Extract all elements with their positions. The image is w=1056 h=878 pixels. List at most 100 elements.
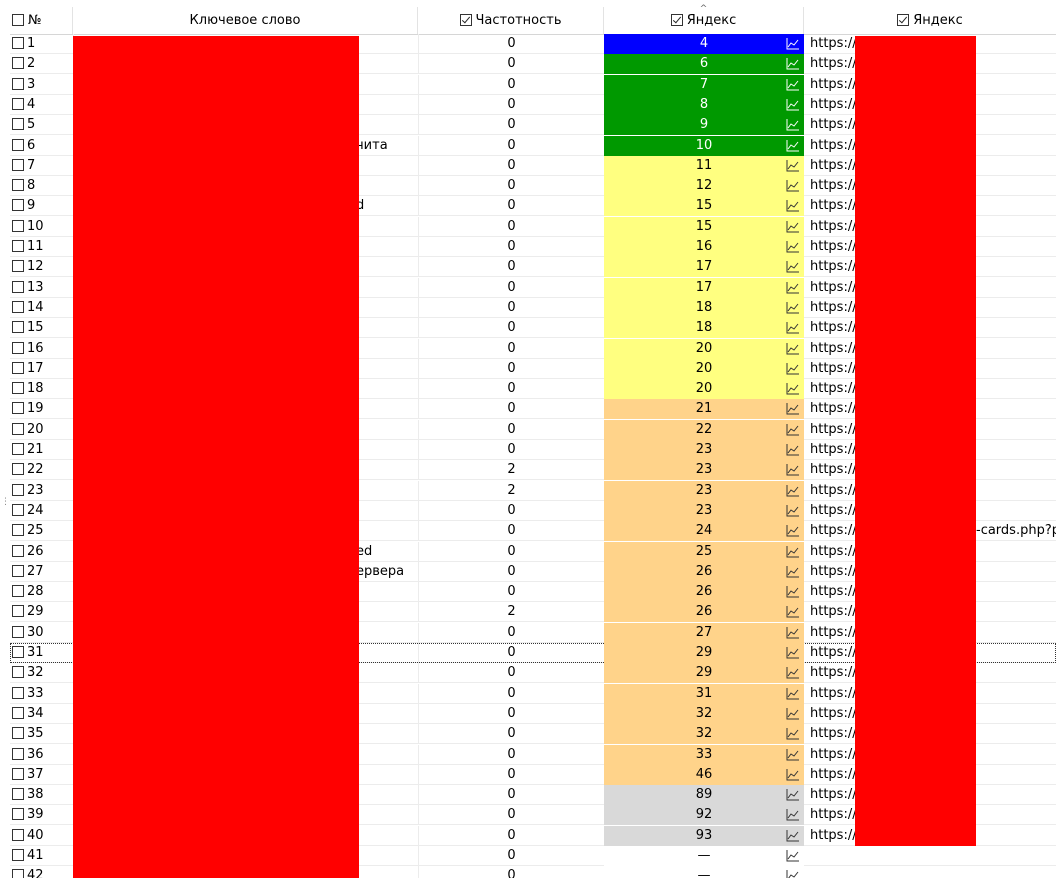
position-history-button[interactable] [784, 602, 804, 622]
yandex-position-cell[interactable]: 17 [604, 257, 804, 278]
row-checkbox[interactable] [12, 585, 24, 598]
position-history-button[interactable] [784, 95, 804, 115]
row-checkbox[interactable] [12, 361, 24, 374]
position-history-button[interactable] [784, 75, 804, 95]
position-history-button[interactable] [784, 826, 804, 846]
row-number-cell[interactable]: 8 [12, 176, 72, 196]
position-history-button[interactable] [784, 34, 804, 54]
row-number-cell[interactable]: 2 [12, 54, 72, 74]
yandex-position-cell[interactable]: 21 [604, 399, 804, 420]
yandex-position-cell[interactable]: 24 [604, 521, 804, 542]
row-checkbox[interactable] [12, 605, 24, 618]
yandex-position-cell[interactable]: 20 [604, 358, 804, 379]
column-header-frequency[interactable]: Частотность [418, 7, 604, 34]
yandex-position-cell[interactable]: 20 [604, 379, 804, 400]
row-checkbox[interactable] [12, 179, 24, 192]
row-checkbox[interactable] [12, 646, 24, 658]
row-number-cell[interactable]: 35 [12, 724, 72, 744]
position-history-button[interactable] [784, 339, 804, 359]
row-checkbox[interactable] [12, 199, 24, 212]
yandex-position-cell[interactable]: — [604, 846, 804, 866]
row-number-cell[interactable]: 26 [12, 542, 72, 562]
row-number-cell[interactable]: 9 [12, 196, 72, 216]
row-number-cell[interactable]: 32 [12, 663, 72, 683]
position-history-button[interactable] [784, 359, 804, 379]
row-checkbox[interactable] [12, 321, 24, 334]
yandex-position-cell[interactable]: — [604, 866, 804, 878]
position-history-button[interactable] [784, 663, 804, 683]
row-checkbox[interactable] [12, 219, 24, 232]
yandex-position-cell[interactable]: 89 [604, 785, 804, 806]
position-history-button[interactable] [784, 176, 804, 196]
yandex-position-cell[interactable]: 22 [604, 419, 804, 440]
row-checkbox[interactable] [12, 727, 24, 740]
position-history-button[interactable] [784, 440, 804, 460]
position-history-button[interactable] [784, 420, 804, 440]
row-number-cell[interactable]: 37 [12, 765, 72, 785]
column-header-yandex-url[interactable]: Яндекс [804, 7, 1056, 34]
position-history-button[interactable] [784, 278, 804, 298]
row-number-cell[interactable]: 18 [12, 379, 72, 399]
position-history-button[interactable] [784, 156, 804, 176]
row-number-cell[interactable]: 10 [12, 217, 72, 237]
yandex-position-cell[interactable]: 8 [604, 94, 804, 115]
row-number-cell[interactable]: 3 [12, 75, 72, 95]
yandex-position-cell[interactable]: 23 [604, 460, 804, 481]
row-checkbox[interactable] [12, 767, 24, 780]
row-number-cell[interactable]: 24 [12, 501, 72, 521]
yandex-position-cell[interactable]: 10 [604, 135, 804, 156]
position-history-button[interactable] [784, 846, 804, 866]
yandex-position-cell[interactable]: 25 [604, 541, 804, 562]
position-history-button[interactable] [784, 582, 804, 602]
results-grid[interactable]: ⋮ № Ключевое слово Частотность ^ Яндекс … [0, 0, 1056, 878]
yandex-position-cell[interactable]: 7 [604, 74, 804, 95]
position-history-button[interactable] [784, 298, 804, 318]
row-number-cell[interactable]: 14 [12, 298, 72, 318]
row-number-cell[interactable]: 13 [12, 278, 72, 298]
row-checkbox[interactable] [12, 524, 24, 537]
row-number-cell[interactable]: 16 [12, 339, 72, 359]
row-checkbox[interactable] [12, 97, 24, 110]
yandex-position-cell[interactable]: 26 [604, 602, 804, 623]
row-checkbox[interactable] [12, 341, 24, 354]
position-history-button[interactable] [784, 684, 804, 704]
row-number-cell[interactable]: 5 [12, 115, 72, 135]
yandex-position-cell[interactable]: 33 [604, 744, 804, 765]
row-checkbox[interactable] [12, 260, 24, 273]
row-checkbox[interactable] [12, 808, 24, 821]
yandex-position-cell[interactable]: 23 [604, 440, 804, 460]
row-checkbox[interactable] [12, 666, 24, 679]
position-history-button[interactable] [784, 724, 804, 744]
yandex-position-cell[interactable]: 12 [604, 176, 804, 197]
yandex-position-cell[interactable]: 27 [604, 622, 804, 643]
yandex-position-column-checkbox[interactable] [670, 14, 683, 26]
row-number-cell[interactable]: 25 [12, 521, 72, 541]
row-number-cell[interactable]: 15 [12, 318, 72, 338]
position-history-button[interactable] [784, 257, 804, 277]
row-number-cell[interactable]: 38 [12, 785, 72, 805]
row-number-cell[interactable]: 11 [12, 237, 72, 257]
yandex-position-cell[interactable]: 6 [604, 54, 804, 75]
row-number-cell[interactable]: 1 [12, 34, 72, 54]
position-history-button[interactable] [784, 379, 804, 399]
yandex-position-cell[interactable]: 9 [604, 115, 804, 136]
row-number-cell[interactable]: 29 [12, 602, 72, 622]
position-history-button[interactable] [784, 745, 804, 765]
position-history-button[interactable] [784, 115, 804, 135]
row-number-cell[interactable]: 31 [12, 643, 72, 663]
row-number-cell[interactable]: 12 [12, 257, 72, 277]
row-number-cell[interactable]: 28 [12, 582, 72, 602]
yandex-position-cell[interactable]: 20 [604, 338, 804, 359]
position-history-button[interactable] [784, 54, 804, 74]
row-checkbox[interactable] [12, 402, 24, 415]
position-history-button[interactable] [784, 765, 804, 785]
yandex-position-cell[interactable]: 29 [604, 643, 804, 663]
column-header-number[interactable]: № [10, 7, 73, 34]
position-history-button[interactable] [784, 217, 804, 237]
position-history-button[interactable] [784, 785, 804, 805]
row-checkbox[interactable] [12, 463, 24, 476]
position-history-button[interactable] [784, 805, 804, 825]
row-number-cell[interactable]: 39 [12, 805, 72, 825]
row-checkbox[interactable] [12, 706, 24, 719]
row-number-cell[interactable]: 6 [12, 136, 72, 156]
